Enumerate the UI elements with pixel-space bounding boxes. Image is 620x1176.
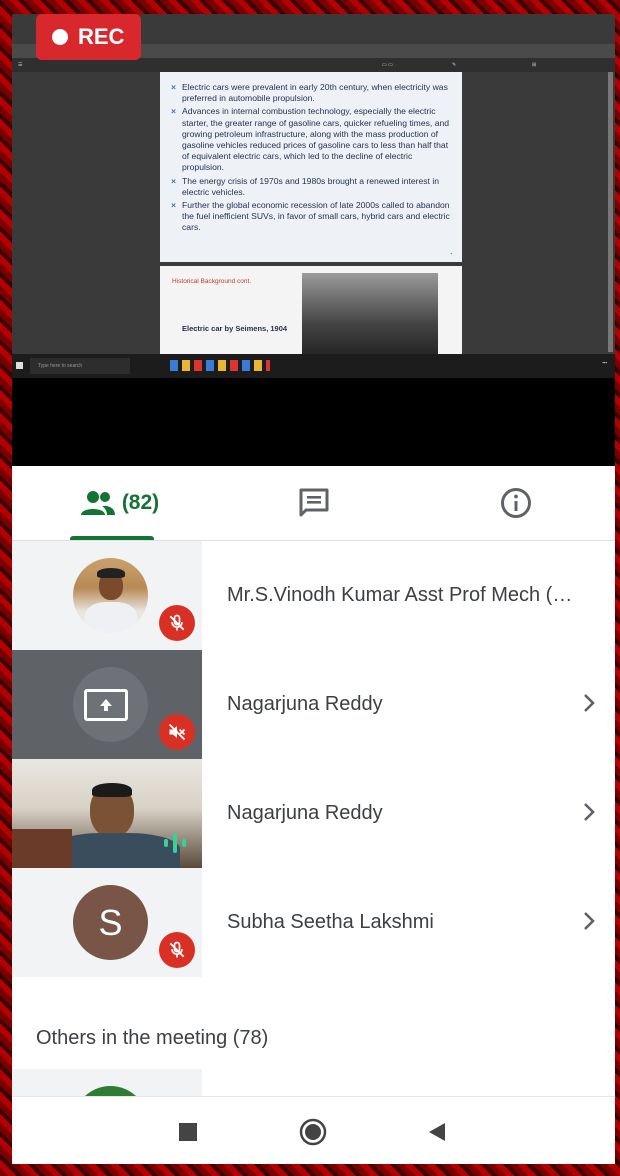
others-section-title: Others in the meeting (78): [36, 1027, 269, 1049]
viewer-toolbar: ☰ ▭ ▭ ✎ ⊞: [12, 58, 615, 72]
participant-tile: [12, 650, 202, 759]
square-icon: [179, 1123, 197, 1141]
mic-off-icon: [159, 932, 195, 968]
taskbar-app-icons: [170, 360, 270, 371]
participant-list: Mr.S.Vinodh Kumar Asst Prof Mech (… Naga…: [12, 541, 615, 1096]
participant-row[interactable]: [12, 1069, 615, 1096]
slide-footer: ▪: [450, 251, 452, 256]
back-button[interactable]: [422, 1117, 452, 1147]
tab-info[interactable]: [484, 466, 548, 540]
taskbar-clock: ▪▪▪: [602, 360, 607, 365]
participant-name: Nagarjuna Reddy: [227, 693, 383, 715]
avatar: [73, 558, 148, 633]
recording-badge: REC: [36, 14, 141, 60]
meeting-tabs: (82): [12, 466, 615, 541]
active-tab-indicator: [70, 536, 154, 540]
tab-people[interactable]: (82): [52, 466, 187, 540]
slide2-heading: Historical Background cont.: [172, 278, 252, 285]
back-triangle-icon: [429, 1123, 445, 1141]
people-count: (82): [121, 491, 160, 514]
participant-row[interactable]: Nagarjuna Reddy: [12, 650, 615, 759]
slide-next: Historical Background cont. Electric car…: [160, 266, 462, 358]
people-icon: [80, 491, 115, 515]
avatar: [73, 1086, 148, 1096]
chat-icon: [299, 488, 329, 517]
info-icon: [501, 488, 531, 518]
participant-tile: [12, 541, 202, 650]
historic-car-photo: [302, 273, 438, 358]
slide2-caption: Electric car by Seimens, 1904: [182, 324, 288, 333]
mic-off-icon: [159, 605, 195, 641]
circle-icon: [299, 1118, 327, 1146]
participant-name: Nagarjuna Reddy: [227, 802, 383, 824]
audio-level-icon: [164, 833, 194, 853]
windows-taskbar: Type here to search ▪▪▪: [12, 354, 615, 378]
chevron-right-icon[interactable]: [577, 691, 601, 715]
volume-off-icon: [159, 714, 195, 750]
participant-row[interactable]: S Subha Seetha Lakshmi: [12, 868, 615, 977]
home-button[interactable]: [298, 1117, 328, 1147]
recents-button[interactable]: [173, 1117, 203, 1147]
recording-label: REC: [78, 24, 125, 49]
android-nav-bar: [12, 1096, 615, 1164]
slide-bullet: Further the global economic recession of…: [171, 200, 452, 234]
participant-video: [12, 759, 202, 868]
windows-start-icon: [16, 362, 23, 369]
slide-bullet: Electric cars were prevalent in early 20…: [171, 82, 452, 104]
slide-bullet: The energy crisis of 1970s and 1980s bro…: [171, 176, 452, 198]
tab-chat[interactable]: [282, 466, 346, 540]
participant-name: Mr.S.Vinodh Kumar Asst Prof Mech (…: [227, 584, 573, 606]
participant-tile: [12, 1069, 202, 1096]
screen-share-icon: [84, 689, 128, 721]
avatar-initial: S: [73, 885, 148, 960]
phone-screen: ☰▭ ▭✎⊞ Electric cars were prevalent in e…: [12, 14, 615, 1164]
slide-main: Electric cars were prevalent in early 20…: [160, 72, 462, 262]
participant-name: Subha Seetha Lakshmi: [227, 911, 434, 933]
participant-row[interactable]: Mr.S.Vinodh Kumar Asst Prof Mech (…: [12, 541, 615, 650]
slide-bullet: Advances in internal combustion technolo…: [171, 106, 452, 173]
chevron-right-icon[interactable]: [577, 800, 601, 824]
record-dot-icon: [52, 29, 68, 45]
chevron-right-icon[interactable]: [577, 909, 601, 933]
taskbar-search: Type here to search: [30, 358, 130, 374]
participant-tile: S: [12, 868, 202, 977]
viewer-scrollbar: [608, 72, 613, 352]
participant-row[interactable]: Nagarjuna Reddy: [12, 759, 615, 868]
shared-screen: ☰▭ ▭✎⊞ Electric cars were prevalent in e…: [12, 14, 615, 378]
